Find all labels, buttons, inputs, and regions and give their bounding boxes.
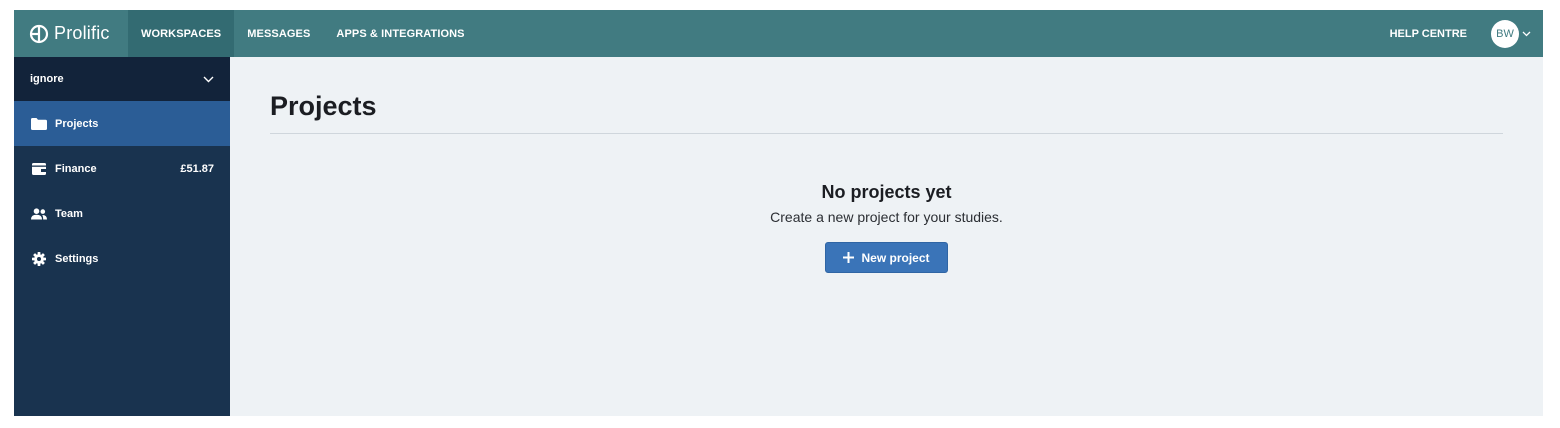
nav-messages[interactable]: MESSAGES bbox=[234, 10, 323, 57]
gear-icon bbox=[31, 251, 47, 266]
sidebar-item-label: Projects bbox=[55, 117, 99, 130]
user-menu[interactable]: BW bbox=[1491, 19, 1543, 48]
chevron-down-icon bbox=[1522, 31, 1531, 36]
app-window: Prolific WORKSPACES MESSAGES APPS & INTE… bbox=[14, 10, 1543, 416]
top-navigation-bar: Prolific WORKSPACES MESSAGES APPS & INTE… bbox=[14, 10, 1543, 57]
team-icon bbox=[31, 207, 47, 221]
empty-state-title: No projects yet bbox=[821, 182, 952, 202]
sidebar-item-settings[interactable]: Settings bbox=[14, 236, 230, 281]
sidebar: ignore Projects Finance £51.87 Team Sett… bbox=[14, 57, 230, 416]
page-title: Projects bbox=[270, 91, 377, 121]
main-content: Projects No projects yet Create a new pr… bbox=[230, 57, 1543, 416]
topbar-right: HELP CENTRE BW bbox=[1390, 10, 1543, 57]
sidebar-item-label: Team bbox=[55, 207, 83, 220]
workspace-name: ignore bbox=[30, 73, 64, 85]
finance-balance: £51.87 bbox=[180, 162, 214, 175]
new-project-button[interactable]: New project bbox=[825, 242, 948, 273]
prolific-logo[interactable]: Prolific bbox=[14, 10, 128, 57]
empty-state-subtitle: Create a new project for your studies. bbox=[770, 209, 1003, 225]
brand-name: Prolific bbox=[54, 23, 110, 43]
prolific-logo-icon bbox=[29, 24, 49, 43]
sidebar-item-team[interactable]: Team bbox=[14, 191, 230, 236]
nav-apps-integrations[interactable]: APPS & INTEGRATIONS bbox=[323, 10, 477, 57]
plus-icon bbox=[843, 252, 855, 263]
empty-state: No projects yet Create a new project for… bbox=[270, 182, 1503, 225]
folder-icon bbox=[31, 117, 47, 131]
help-centre-link[interactable]: HELP CENTRE bbox=[1390, 28, 1491, 40]
sidebar-item-label: Settings bbox=[55, 252, 99, 265]
chevron-down-icon bbox=[203, 76, 214, 82]
sidebar-item-projects[interactable]: Projects bbox=[14, 101, 230, 146]
avatar: BW bbox=[1491, 19, 1519, 48]
workspace-selector[interactable]: ignore bbox=[14, 57, 230, 101]
sidebar-item-finance[interactable]: Finance £51.87 bbox=[14, 146, 230, 191]
title-divider bbox=[270, 133, 1503, 134]
wallet-icon bbox=[31, 162, 47, 176]
sidebar-item-label: Finance bbox=[55, 162, 97, 175]
new-project-label: New project bbox=[861, 250, 930, 265]
nav-workspaces[interactable]: WORKSPACES bbox=[128, 10, 235, 57]
